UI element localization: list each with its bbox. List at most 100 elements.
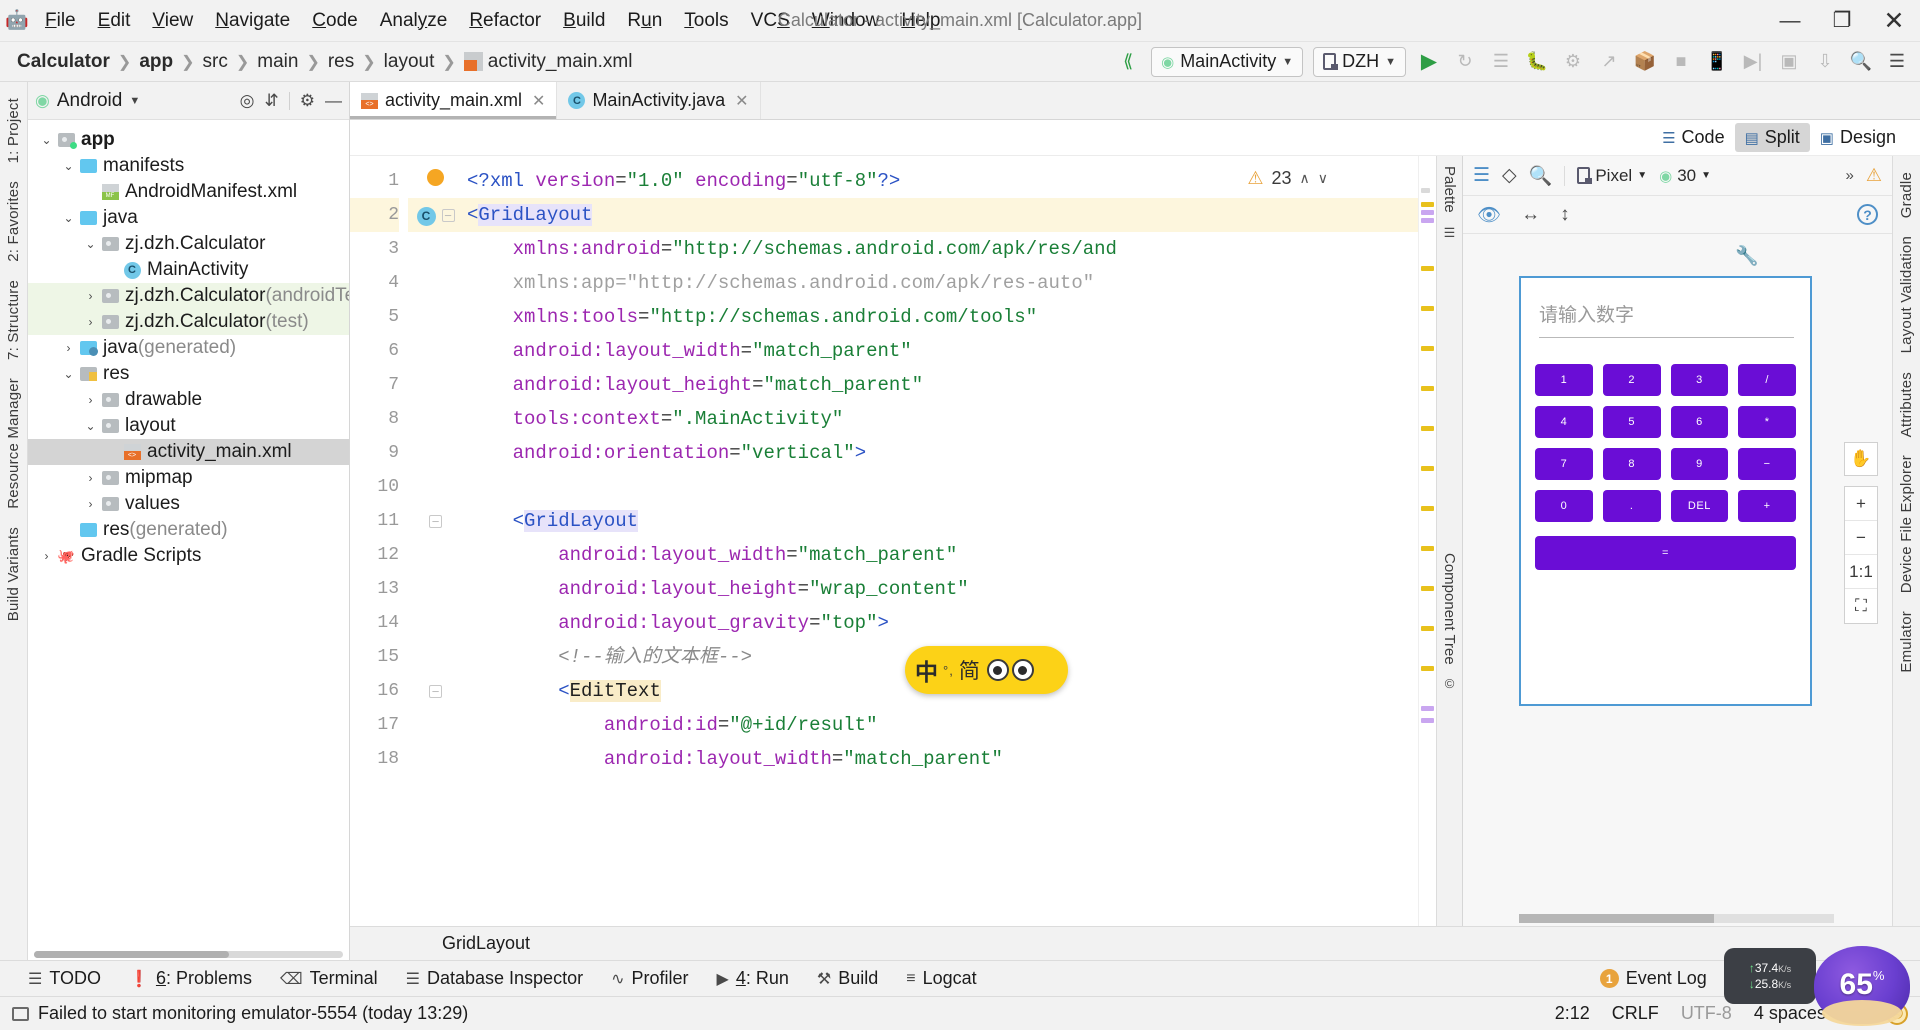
calc-button-[interactable]: *: [1738, 406, 1796, 438]
collapse-all-icon[interactable]: ⇵: [265, 91, 279, 111]
tree-node-mainactivity[interactable]: ·CMainActivity: [28, 257, 349, 283]
gutter-marker[interactable]: [408, 572, 463, 606]
calc-button-1[interactable]: 1: [1535, 364, 1593, 396]
gutter-marker[interactable]: [408, 436, 463, 470]
tool-window-profiler[interactable]: ∿ Profiler: [597, 968, 702, 989]
code-line[interactable]: android:layout_width="match_parent": [463, 334, 1418, 368]
view-mode-design[interactable]: ▣ Design: [1810, 123, 1906, 152]
chevron-right-icon[interactable]: ›: [38, 549, 55, 563]
gutter-marker[interactable]: [408, 470, 463, 504]
palette-rail-label[interactable]: Palette: [1441, 166, 1458, 213]
maximize-button[interactable]: ❐: [1816, 0, 1868, 42]
tree-node-mipmap[interactable]: › mipmap: [28, 465, 349, 491]
code-line[interactable]: <GridLayout: [463, 198, 1418, 232]
chevron-down-icon[interactable]: ⌄: [82, 237, 99, 251]
error-stripe-mark[interactable]: [1421, 706, 1434, 711]
error-stripe-mark[interactable]: [1421, 266, 1434, 271]
chevron-down-icon[interactable]: ⌄: [82, 419, 99, 433]
menu-vcs[interactable]: VCS: [740, 6, 801, 36]
breadcrumb-item-layout[interactable]: layout: [381, 51, 438, 73]
locate-icon[interactable]: ◎: [240, 91, 255, 111]
error-stripe-mark[interactable]: [1421, 386, 1434, 391]
menu-view[interactable]: View: [141, 6, 204, 36]
rail-tab-structure[interactable]: 7: Structure: [1, 272, 26, 368]
gutter-marker[interactable]: [408, 334, 463, 368]
code-line[interactable]: android:layout_height="wrap_content": [463, 572, 1418, 606]
attach-debugger-icon[interactable]: ⚙: [1556, 45, 1590, 79]
breadcrumb-item-app[interactable]: app: [136, 51, 176, 73]
chevron-right-icon[interactable]: ›: [82, 289, 99, 303]
calc-button-3[interactable]: 3: [1670, 364, 1729, 396]
profile-icon[interactable]: ↗: [1592, 45, 1626, 79]
calc-button-DEL[interactable]: DEL: [1670, 490, 1729, 522]
chevron-right-icon[interactable]: ·: [82, 185, 99, 199]
tree-node-java[interactable]: ⌄ java: [28, 205, 349, 231]
close-icon[interactable]: ✕: [532, 91, 545, 111]
error-stripe[interactable]: [1418, 156, 1436, 926]
rail-tab-layout-validation[interactable]: Layout Validation: [1894, 228, 1919, 361]
calc-button-[interactable]: /: [1738, 364, 1796, 396]
code-line[interactable]: android:orientation="vertical">: [463, 436, 1418, 470]
hammer-icon[interactable]: ⟪: [1111, 45, 1145, 79]
chevron-down-icon[interactable]: ⌄: [60, 367, 77, 381]
breadcrumb-item-main[interactable]: main: [254, 51, 301, 73]
previous-warning-icon[interactable]: ∧: [1300, 170, 1310, 187]
component-tree-rail-label[interactable]: Component Tree: [1441, 553, 1458, 665]
error-stripe-mark[interactable]: [1421, 466, 1434, 471]
tool-window-terminal[interactable]: ⌫ Terminal: [266, 968, 392, 989]
tree-node-layout[interactable]: ⌄ layout: [28, 413, 349, 439]
ime-popup[interactable]: 中 °, 简: [905, 646, 1068, 694]
encoding[interactable]: UTF-8: [1681, 1003, 1732, 1024]
calc-button-[interactable]: −: [1738, 448, 1796, 480]
zoom-to-fit-button[interactable]: ⛶: [1845, 589, 1877, 623]
project-tree[interactable]: ⌄app⌄manifests·AndroidManifest.xml⌄java⌄…: [28, 120, 349, 960]
code-line[interactable]: tools:context=".MainActivity": [463, 402, 1418, 436]
chevron-right-icon[interactable]: ›: [82, 393, 99, 407]
gutter-marker[interactable]: [408, 538, 463, 572]
menu-build[interactable]: Build: [552, 6, 616, 36]
error-stripe-mark[interactable]: [1421, 202, 1434, 207]
sdk-manager-icon[interactable]: 📦: [1628, 45, 1662, 79]
gutter-marker[interactable]: [408, 232, 463, 266]
tree-node-activity-main-xml[interactable]: · activity_main.xml: [28, 439, 349, 465]
code-line[interactable]: <GridLayout: [463, 504, 1418, 538]
avd-manager-icon[interactable]: 📱: [1700, 45, 1734, 79]
tool-window-build[interactable]: ⚒ Build: [803, 968, 892, 989]
battery-balloon-widget[interactable]: 65 %: [1814, 946, 1910, 1026]
stop-icon[interactable]: ■: [1664, 45, 1698, 79]
calc-button-0[interactable]: 0: [1535, 490, 1593, 522]
tree-node-manifests[interactable]: ⌄ manifests: [28, 153, 349, 179]
next-warning-icon[interactable]: ∨: [1318, 170, 1328, 187]
rail-tab-project[interactable]: 1: Project: [1, 90, 26, 171]
chevron-right-icon[interactable]: ›: [82, 497, 99, 511]
menu-help[interactable]: Help: [890, 6, 951, 36]
indent-setting[interactable]: 4 spaces: [1754, 1003, 1826, 1024]
gutter-marker[interactable]: [408, 300, 463, 334]
rail-tab-resource-manager[interactable]: Resource Manager: [1, 370, 26, 517]
menu-window[interactable]: Window: [801, 6, 891, 36]
horizontal-resize-icon[interactable]: ↔: [1521, 204, 1540, 226]
fold-icon[interactable]: −: [429, 685, 442, 698]
gutter-marker[interactable]: C −: [408, 198, 463, 232]
zoom-in-button[interactable]: +: [1845, 487, 1877, 521]
code-line[interactable]: android:layout_height="match_parent": [463, 368, 1418, 402]
device-preview-frame[interactable]: 请输入数字 1 2 3 / 4 5 6 * 7 8 9− 0. DEL + =: [1519, 276, 1812, 706]
error-stripe-mark[interactable]: [1421, 426, 1434, 431]
code-line[interactable]: xmlns:tools="http://schemas.android.com/…: [463, 300, 1418, 334]
error-stripe-mark[interactable]: [1421, 218, 1434, 223]
rail-tab-device-file-explorer[interactable]: Device File Explorer: [1894, 447, 1919, 601]
code-editor[interactable]: 1 2 3 4 5 6 7 8 9 10 11 12 13 14 15 16 17 18 C − − − <?xml v…: [350, 156, 1436, 926]
code-line[interactable]: xmlns:app="http://schemas.android.com/ap…: [463, 266, 1418, 300]
hide-icon[interactable]: —: [325, 91, 342, 111]
chevron-right-icon[interactable]: ›: [82, 315, 99, 329]
chevron-down-icon[interactable]: ⌄: [60, 159, 77, 173]
canvas-horizontal-scrollbar[interactable]: [1519, 914, 1834, 923]
calc-button-4[interactable]: 4: [1535, 406, 1593, 438]
error-stripe-mark[interactable]: [1421, 546, 1434, 551]
calc-button-9[interactable]: 9: [1670, 448, 1729, 480]
error-stripe-mark[interactable]: [1421, 586, 1434, 591]
gutter-marker[interactable]: [408, 164, 463, 198]
minimize-button[interactable]: —: [1764, 0, 1816, 42]
breadcrumb-item-res[interactable]: res: [325, 51, 357, 73]
editor-tab-mainactivity-java[interactable]: C MainActivity.java ✕: [557, 82, 761, 119]
